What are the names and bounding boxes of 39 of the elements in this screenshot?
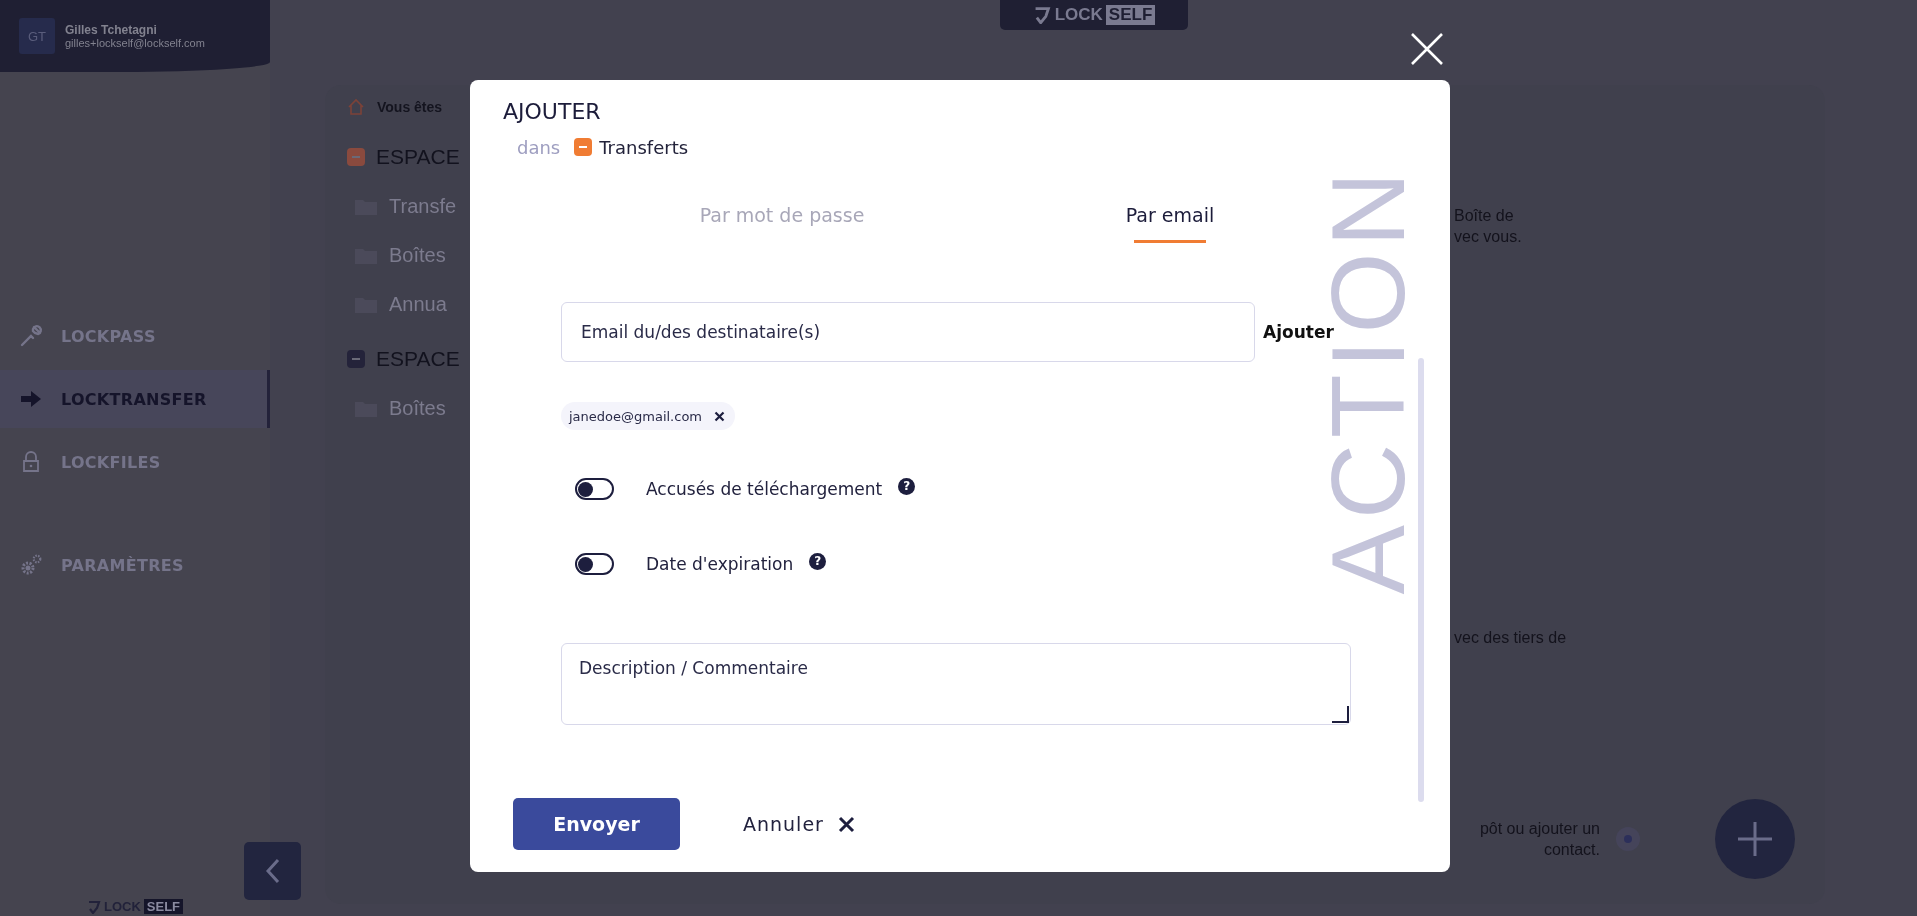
help-icon[interactable]: ? (898, 477, 916, 495)
collapse-button[interactable] (244, 842, 301, 900)
resize-handle-icon[interactable] (1332, 706, 1349, 723)
close-icon[interactable] (1410, 32, 1444, 66)
nav-item[interactable]: LOCKFILES (0, 433, 270, 491)
dialog-title: AJOUTER (502, 100, 602, 124)
folder-badge-icon (574, 138, 593, 156)
scrollbar-thumb[interactable] (1418, 358, 1424, 802)
option-label: Date d'expiration (646, 554, 794, 574)
folder-item[interactable]: Boîtes (347, 240, 470, 270)
nav-item[interactable]: PARAMÈTRES (0, 536, 270, 594)
collapse-icon[interactable] (347, 148, 365, 166)
tab[interactable]: Par mot de passe (632, 203, 932, 243)
home-icon (347, 98, 365, 116)
user-email: gilles+lockself@lockself.com (65, 37, 205, 49)
cancel-button[interactable]: Annuler (743, 809, 855, 839)
collapse-icon[interactable] (347, 350, 365, 368)
toggle-switch[interactable] (575, 478, 614, 500)
email-field[interactable]: Email du/des destinataire(s) (561, 302, 1255, 362)
gears-icon (19, 553, 43, 577)
help-icon[interactable]: ? (809, 552, 827, 570)
plus-icon (1735, 819, 1775, 859)
folder-item[interactable]: Boîtes (347, 393, 470, 423)
radio-dot[interactable] (1616, 827, 1640, 851)
location-label: dans (517, 136, 561, 158)
user-name: Gilles Tchetagni (65, 23, 158, 37)
description-field[interactable]: Description / Commentaire (561, 643, 1351, 725)
toggle-switch[interactable] (575, 553, 614, 575)
chip-text: janedoe@gmail.com (569, 408, 703, 424)
brand-logo: LOCK SELF (999, 0, 1188, 30)
folder-item[interactable]: Annua (347, 289, 470, 319)
send-button[interactable]: Envoyer (513, 798, 680, 850)
remove-icon[interactable] (714, 410, 726, 422)
location-name: Transferts (599, 136, 689, 158)
option-label: Accusés de téléchargement (646, 479, 883, 499)
close-icon (837, 815, 855, 833)
key-icon (19, 324, 43, 348)
folder-item[interactable]: Transfe (347, 191, 470, 221)
nav-item[interactable]: LOCKPASS (0, 307, 270, 365)
